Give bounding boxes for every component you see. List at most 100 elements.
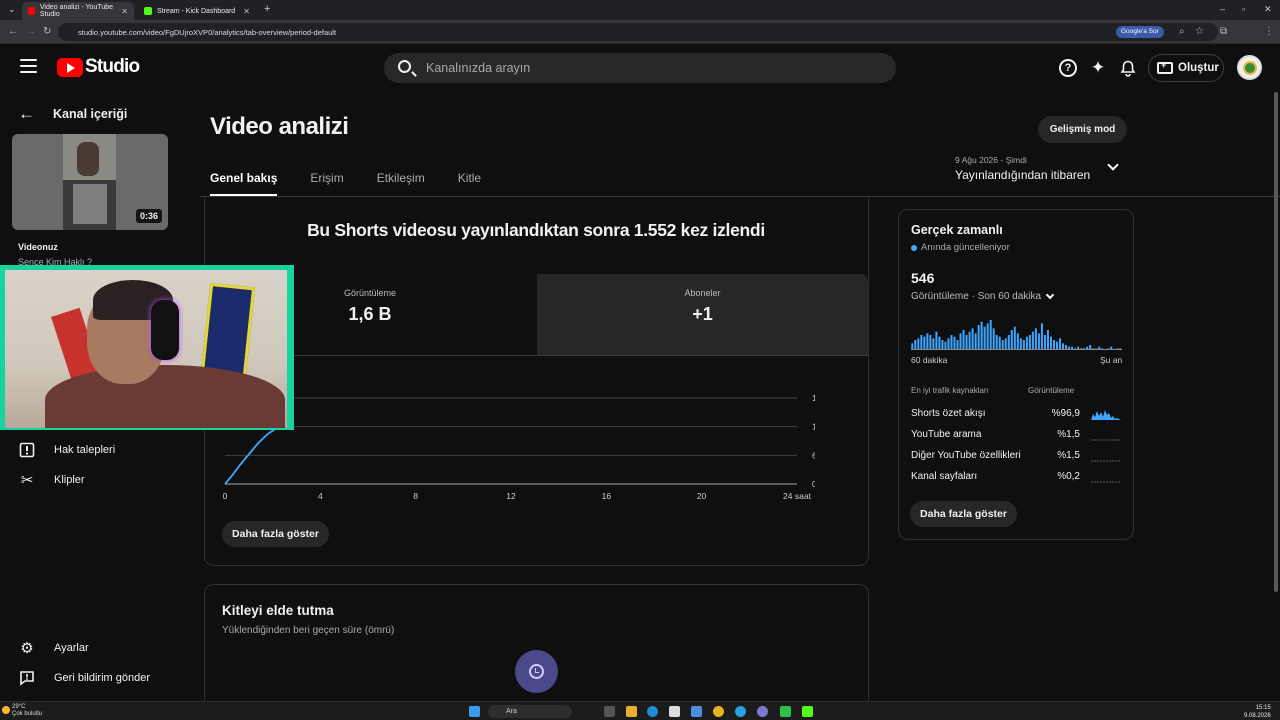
studio-logo[interactable]: Studio xyxy=(57,56,140,78)
back-icon[interactable]: ← xyxy=(8,26,18,37)
realtime-bar xyxy=(974,333,977,350)
menu-icon[interactable] xyxy=(20,59,37,73)
tab-overview[interactable]: Genel bakış xyxy=(210,171,278,196)
source-row[interactable]: Diğer YouTube özellikleri %1,5 xyxy=(911,450,1123,464)
browser-menu-icon[interactable]: ⋮ xyxy=(1264,26,1274,37)
new-tab-icon[interactable]: + xyxy=(264,3,270,15)
source-name: YouTube arama xyxy=(911,429,982,440)
source-row[interactable]: YouTube arama %1,5 xyxy=(911,429,1123,443)
create-button[interactable]: Oluştur xyxy=(1148,54,1224,82)
realtime-bar xyxy=(995,335,998,350)
taskbar-clock[interactable]: 15:15 9.08.2026 xyxy=(1244,704,1271,720)
kick-icon[interactable] xyxy=(802,706,813,717)
page-title: Video analizi xyxy=(210,113,349,140)
sidebar-item-claims[interactable]: Hak talepleri xyxy=(18,441,115,459)
notifications-bell-icon[interactable] xyxy=(1118,58,1138,78)
bookmark-star-icon[interactable]: ☆ xyxy=(1195,26,1204,37)
realtime-bar xyxy=(989,320,992,350)
browser-tab-kick[interactable]: Stream - Kick Dashboard ✕ xyxy=(138,2,256,20)
realtime-bar xyxy=(1046,330,1049,350)
realtime-show-more-button[interactable]: Daha fazla göster xyxy=(910,501,1017,527)
google-sor-button[interactable]: Google'a Sor xyxy=(1116,26,1164,38)
realtime-bar xyxy=(983,326,986,350)
channel-search-input[interactable]: Kanalınızda arayın xyxy=(384,53,896,83)
taskbar-search[interactable]: Ara xyxy=(488,705,572,718)
kick-favicon-icon xyxy=(144,7,152,15)
realtime-live-indicator: Anında güncelleniyor xyxy=(911,242,1010,253)
claims-icon xyxy=(18,441,36,459)
realtime-axis-left: 60 dakika xyxy=(911,355,948,365)
zoom-icon[interactable]: ⌕ xyxy=(1179,26,1185,37)
telegram-icon[interactable] xyxy=(735,706,746,717)
x-tick-label: 12 xyxy=(506,491,516,501)
forward-icon[interactable]: → xyxy=(26,26,36,37)
y-tick-label: 600 xyxy=(812,450,815,460)
realtime-bar xyxy=(1037,333,1040,350)
source-row[interactable]: Shorts özet akışı %96,9 xyxy=(911,408,1123,422)
task-view-icon[interactable] xyxy=(604,706,615,717)
retention-subtitle: Yüklendiğinden beri geçen süre (ömrü) xyxy=(222,625,395,636)
help-icon[interactable]: ? xyxy=(1059,59,1077,77)
clock-time: 15:15 xyxy=(1255,705,1271,711)
live-label: Anında güncelleniyor xyxy=(921,242,1010,253)
date-range-selector[interactable]: Yayınlandığından itibaren xyxy=(955,168,1090,182)
minimize-icon[interactable]: – xyxy=(1220,4,1225,14)
realtime-bar xyxy=(1010,330,1013,350)
video-thumbnail[interactable]: 0:36 xyxy=(12,134,168,230)
browser-tab-studio[interactable]: Video analizi - YouTube Studio ✕ xyxy=(22,2,134,20)
store-icon[interactable] xyxy=(669,706,680,717)
close-tab-icon[interactable]: ✕ xyxy=(121,7,128,16)
edge-icon[interactable] xyxy=(647,706,658,717)
source-name: Kanal sayfaları xyxy=(911,471,978,482)
youtube-logo-icon xyxy=(57,57,83,77)
source-name: Diğer YouTube özellikleri xyxy=(911,450,1021,461)
realtime-metric-label: Görüntüleme · Son 60 dakika xyxy=(911,291,1042,302)
advanced-mode-button[interactable]: Gelişmiş mod xyxy=(1038,116,1127,143)
reload-icon[interactable]: ↻ xyxy=(43,26,51,37)
tab-search-icon[interactable]: ⌄ xyxy=(8,4,16,15)
weather-desc: Çok bulutlu xyxy=(12,711,43,717)
weather-widget[interactable]: 29°C Çok bulutlu xyxy=(12,704,42,718)
overview-card xyxy=(204,197,869,566)
realtime-bar xyxy=(959,333,962,350)
tab-audience[interactable]: Kitle xyxy=(458,171,481,196)
extensions-icon[interactable]: ⧉ xyxy=(1220,26,1227,37)
x-tick-label: 20 xyxy=(697,491,707,501)
close-tab-icon[interactable]: ✕ xyxy=(243,7,250,16)
app-icon[interactable] xyxy=(691,706,702,717)
realtime-bar xyxy=(977,325,980,350)
x-tick-label: 16 xyxy=(602,491,612,501)
tab-reach[interactable]: Erişim xyxy=(310,171,343,196)
metric-subscribers[interactable]: Aboneler +1 xyxy=(537,274,868,356)
source-sparkline xyxy=(1091,481,1121,483)
chevron-down-icon[interactable] xyxy=(1107,159,1119,171)
realtime-bar xyxy=(923,336,926,350)
show-more-button[interactable]: Daha fazla göster xyxy=(222,521,329,547)
tab-engagement[interactable]: Etkileşim xyxy=(377,171,425,196)
source-row[interactable]: Kanal sayfaları %0,2 xyxy=(911,471,1123,485)
sidebar-item-settings[interactable]: ⚙ Ayarlar xyxy=(18,639,88,657)
back-to-content-link[interactable]: ← Kanal içeriği xyxy=(18,104,127,124)
whatsapp-icon[interactable] xyxy=(780,706,791,717)
file-explorer-icon[interactable] xyxy=(626,706,637,717)
source-percent: %96,9 xyxy=(1051,408,1080,419)
chrome-icon[interactable] xyxy=(713,706,724,717)
sidebar-item-clips[interactable]: ✂ Klipler xyxy=(18,471,85,489)
views-series-line xyxy=(224,422,288,485)
history-clock-button[interactable] xyxy=(515,650,558,693)
sidebar-item-feedback[interactable]: Geri bildirim gönder xyxy=(18,669,150,687)
realtime-metric-selector[interactable]: Görüntüleme · Son 60 dakika xyxy=(911,290,1055,302)
sparkline-area xyxy=(1091,410,1121,420)
windows-start-icon[interactable] xyxy=(469,706,480,717)
avatar[interactable] xyxy=(1237,55,1262,80)
obs-icon[interactable] xyxy=(757,706,768,717)
realtime-bar xyxy=(938,336,941,350)
maximize-icon[interactable]: ▫ xyxy=(1242,4,1245,14)
sparkle-icon[interactable]: ✦ xyxy=(1088,58,1108,78)
url-field[interactable]: studio.youtube.com/video/FgDUjroXVP0/ana… xyxy=(58,23,1218,41)
realtime-bar xyxy=(1007,335,1010,350)
video-duration: 0:36 xyxy=(135,209,162,223)
close-window-icon[interactable]: ✕ xyxy=(1264,4,1272,15)
page-scrollbar[interactable] xyxy=(1274,92,1278,592)
views-headline: Bu Shorts videosu yayınlandıktan sonra 1… xyxy=(307,220,765,240)
